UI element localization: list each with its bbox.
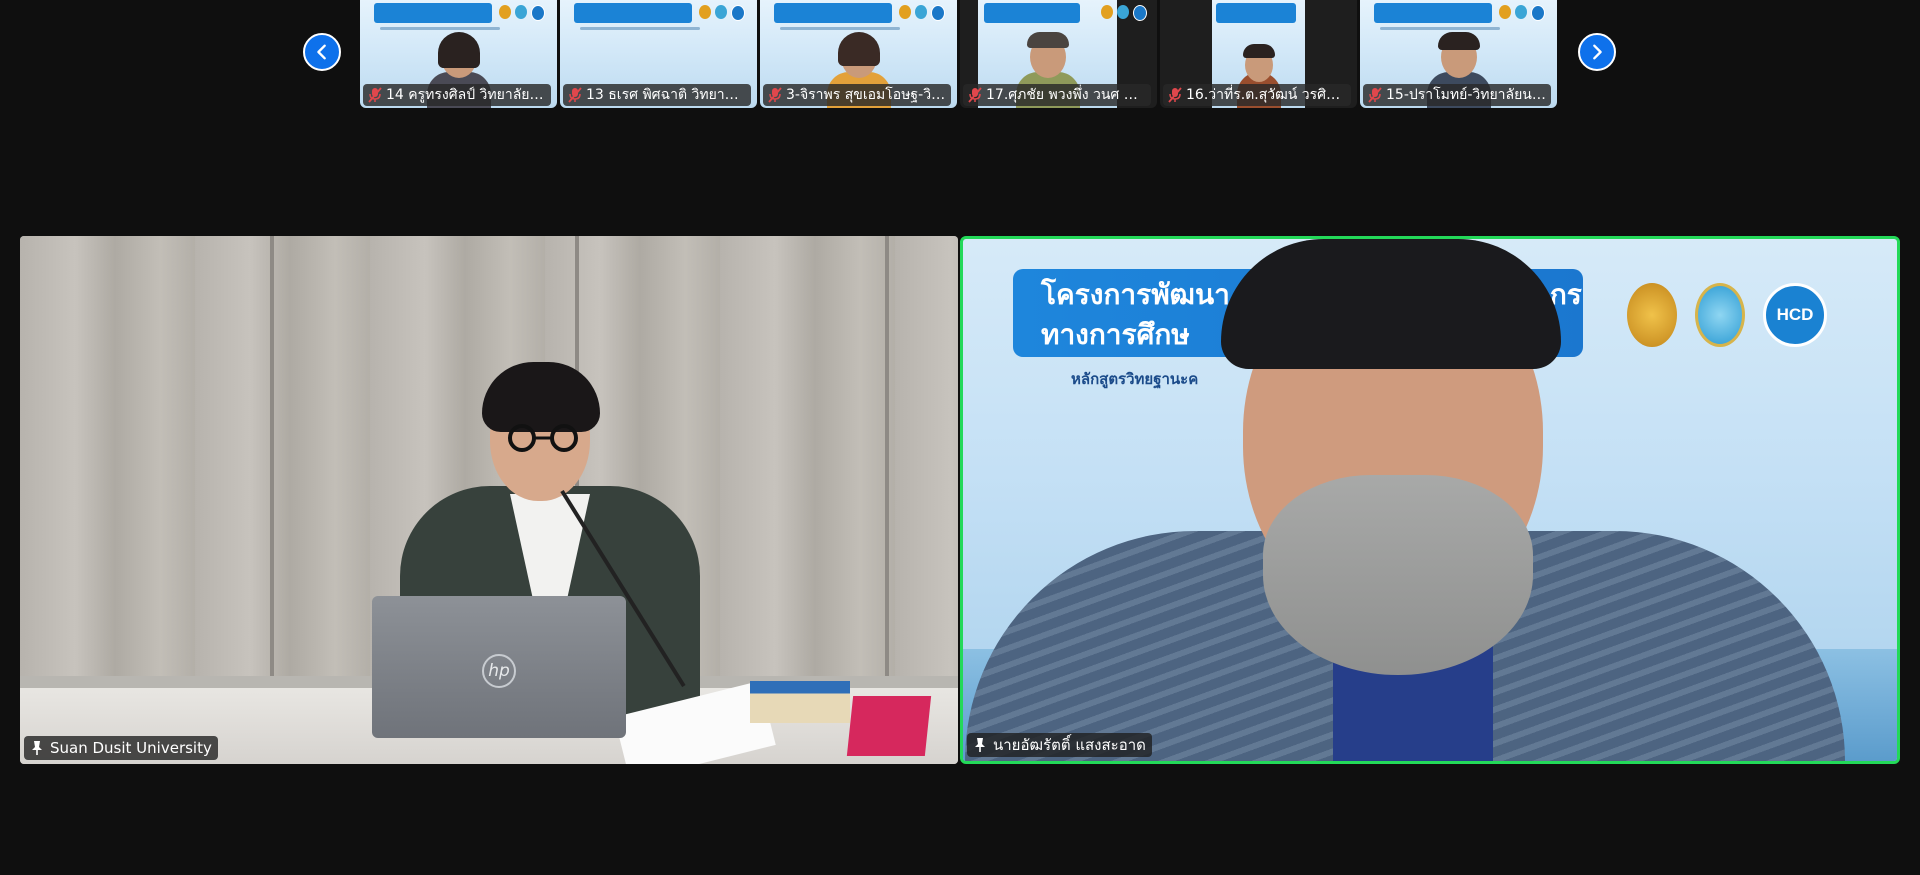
glasses-icon: [508, 424, 578, 452]
participant-name-tag: 17.ศุภชัย พวงพึ่ง วนศ ศา...: [963, 84, 1151, 106]
participant-thumbnail[interactable]: 14 ครูทรงศิลป์ วิทยาลัยนา...: [360, 0, 557, 108]
slide-banner: [574, 3, 692, 23]
video-tile-active-speaker[interactable]: โครงการพัฒนา กร ทางการศึกษ หลักสูตรวิทยฐา…: [960, 236, 1900, 764]
video-tile-name: Suan Dusit University: [50, 739, 212, 757]
emblem-icon: [1627, 283, 1677, 347]
participant-name-tag: 15-ปราโมทย์-วิทยาลัยนา...: [1363, 84, 1551, 106]
pin-icon: [975, 738, 985, 752]
participant-name-tag: 16.ว่าที่ร.ต.สุวัฒน์ วรศิริน...: [1163, 84, 1351, 106]
participant-name-tag: 13 ธเรศ พิศฉาติ วิทยาลัย...: [563, 84, 751, 106]
participant-thumbnail[interactable]: 16.ว่าที่ร.ต.สุวัฒน์ วรศิริน...: [1160, 0, 1357, 108]
slide-banner: [774, 3, 892, 23]
video-tile-name-tag: Suan Dusit University: [24, 736, 218, 760]
participant-name: 15-ปราโมทย์-วิทยาลัยนา...: [1386, 87, 1546, 103]
mic-muted-icon: [768, 87, 782, 103]
pin-icon: [32, 741, 42, 755]
video-tile-suan-dusit[interactable]: hp Suan Dusit University: [20, 236, 958, 764]
participant-name-tag: 3-จิราพร สุขเอมโอษฐ-วิทย...: [763, 84, 951, 106]
slide-banner: [1216, 3, 1296, 23]
mic-muted-icon: [1168, 87, 1182, 103]
participant-name: 14 ครูทรงศิลป์ วิทยาลัยนา...: [386, 87, 546, 103]
participant-thumbnail[interactable]: 15-ปราโมทย์-วิทยาลัยนา...: [1360, 0, 1557, 108]
chevron-right-icon: [1593, 44, 1602, 60]
chevron-left-icon: [317, 44, 326, 60]
previous-page-button[interactable]: [303, 33, 341, 71]
participant-name-tag: 14 ครูทรงศิลป์ วิทยาลัยนา...: [363, 84, 551, 106]
seal-icon: [1695, 283, 1745, 347]
video-tile-name: นายอัฒรัตติ์ แสงสะอาด: [993, 736, 1146, 754]
slide-banner: [984, 3, 1080, 23]
participant-name: 16.ว่าที่ร.ต.สุวัฒน์ วรศิริน...: [1186, 87, 1346, 103]
mic-muted-icon: [1368, 87, 1382, 103]
participant-gallery: 14 ครูทรงศิลป์ วิทยาลัยนา... 13 ธเรศ พิศ…: [360, 0, 1560, 108]
mic-muted-icon: [568, 87, 582, 103]
hp-logo: hp: [482, 654, 516, 688]
hcd-logo: HCD: [1763, 283, 1827, 347]
slide-banner: [1374, 3, 1492, 23]
participant-name: 17.ศุภชัย พวงพึ่ง วนศ ศา...: [986, 87, 1146, 103]
slide-logos: HCD: [1627, 283, 1827, 347]
face-mask: [1263, 475, 1533, 675]
participant-name: 13 ธเรศ พิศฉาติ วิทยาลัย...: [586, 87, 746, 103]
video-tile-name-tag: นายอัฒรัตติ์ แสงสะอาด: [967, 733, 1152, 757]
slide-subtitle: หลักสูตรวิทยฐานะค: [1071, 370, 1199, 388]
mic-muted-icon: [368, 87, 382, 103]
participant-thumbnail[interactable]: 3-จิราพร สุขเอมโอษฐ-วิทย...: [760, 0, 957, 108]
next-page-button[interactable]: [1578, 33, 1616, 71]
participant-thumbnail[interactable]: 13 ธเรศ พิศฉาติ วิทยาลัย...: [560, 0, 757, 108]
mic-muted-icon: [968, 87, 982, 103]
participant-name: 3-จิราพร สุขเอมโอษฐ-วิทย...: [786, 87, 946, 103]
participant-thumbnail[interactable]: 17.ศุภชัย พวงพึ่ง วนศ ศา...: [960, 0, 1157, 108]
slide-banner: [374, 3, 492, 23]
